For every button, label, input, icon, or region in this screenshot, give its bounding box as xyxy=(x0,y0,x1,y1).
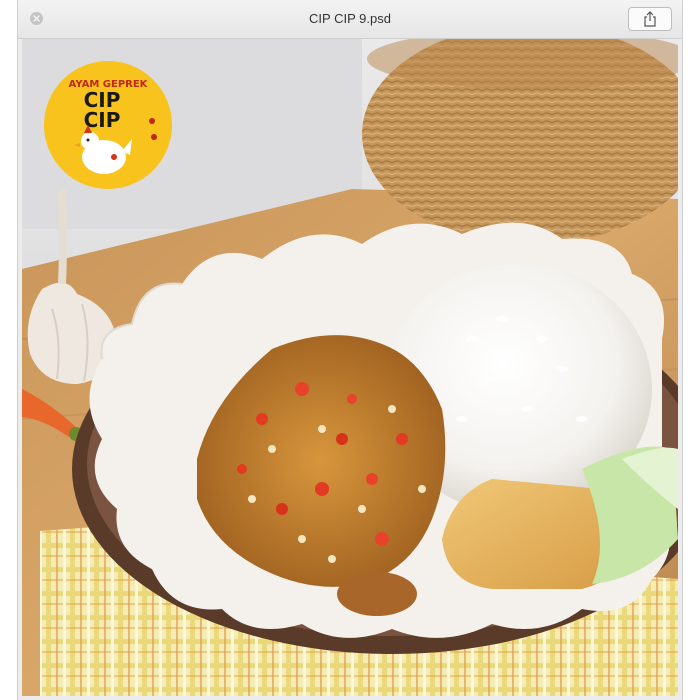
share-icon xyxy=(644,11,656,27)
title-bar: CIP CIP 9.psd xyxy=(18,0,682,39)
brand-logo: AYAM GEPREK CIP CIP xyxy=(44,61,172,189)
food-photo: AYAM GEPREK CIP CIP xyxy=(22,39,678,696)
share-button[interactable] xyxy=(628,7,672,31)
window-title: CIP CIP 9.psd xyxy=(309,11,391,26)
preview-window: CIP CIP 9.psd AYAM GEPREK CIP CIP xyxy=(18,0,682,700)
image-canvas: AYAM GEPREK CIP CIP xyxy=(22,39,678,696)
